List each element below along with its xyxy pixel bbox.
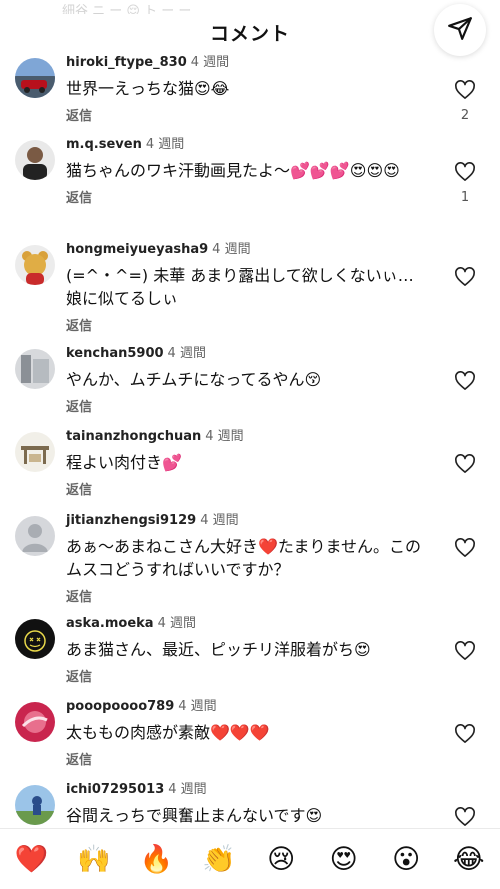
reply-button[interactable]: 返信 [66, 479, 426, 498]
comment-timestamp: 4 週間 [167, 346, 206, 361]
avatar[interactable] [15, 245, 55, 285]
reply-button[interactable]: 返信 [66, 586, 426, 605]
comment-timestamp: 4 週間 [178, 699, 217, 714]
like-button[interactable] [452, 538, 478, 562]
like-button[interactable] [452, 267, 478, 291]
like-count: 1 [460, 190, 470, 205]
reply-button[interactable]: 返信 [66, 666, 426, 685]
quick-reaction-bar: ❤️ 🙌 🔥 👏 😢 😍 😮 😂 [0, 828, 500, 889]
comment-username[interactable]: hongmeiyueyasha9 [66, 242, 208, 257]
comment-text: (=^・^=) 未華 あまり露出して欲しくないぃ… 娘に似てるしぃ [66, 266, 414, 308]
avatar[interactable] [15, 516, 55, 556]
reply-button[interactable]: 返信 [66, 187, 426, 206]
comment-text: 谷間えっちで興奮止まんないです😍 [66, 806, 323, 825]
comment-username[interactable]: aska.moeka [66, 616, 154, 631]
avatar[interactable] [15, 140, 55, 180]
comment-text: 程よい肉付き💕 [66, 453, 182, 472]
page-title: コメント [209, 22, 290, 45]
reply-button[interactable]: 返信 [66, 396, 426, 415]
comment-timestamp: 4 週間 [168, 782, 207, 797]
heart-outline-icon [454, 80, 476, 104]
reply-button[interactable]: 返信 [66, 315, 426, 334]
avatar[interactable] [15, 785, 55, 825]
comment-username[interactable]: tainanzhongchuan [66, 429, 201, 444]
heart-outline-icon [454, 454, 476, 478]
like-button[interactable] [452, 371, 478, 395]
heart-outline-icon [454, 538, 476, 562]
like-button[interactable] [452, 724, 478, 748]
comment-list: hiroki_ftype_830 4 週間 世界一えっちな猫😍😂 返信 2 m.… [0, 52, 500, 828]
comment-username[interactable]: pooopoooo789 [66, 699, 174, 714]
comment-text: あぁ〜あまねこさん大好き❤️たまりません。このムスコどうすればいいですか？ [66, 537, 421, 579]
reaction-surprised-emoji[interactable]: 😮 [386, 844, 426, 875]
comment-username[interactable]: ichi07295013 [66, 782, 164, 797]
reply-button[interactable]: 返信 [66, 749, 426, 768]
comment-text: 太ももの肉感が素敵❤️❤️❤️ [66, 723, 270, 742]
comment-timestamp: 4 週間 [145, 137, 185, 152]
comment-username[interactable]: m.q.seven [66, 137, 142, 152]
reaction-laughing-emoji[interactable]: 😂 [449, 844, 489, 875]
reaction-heart-emoji[interactable]: ❤️ [11, 844, 51, 875]
avatar[interactable] [15, 619, 55, 659]
comments-sheet: 細谷 ニ ー 😌 ト ー ー コメント hiroki_ftype_830 4 週… [0, 0, 500, 889]
comment-username[interactable]: kenchan5900 [66, 346, 164, 361]
comment-timestamp: 4 週間 [205, 429, 244, 444]
reaction-heart-eyes-emoji[interactable]: 😍 [324, 844, 364, 875]
reaction-clapping-emoji[interactable]: 👏 [199, 844, 239, 875]
comment-text: 世界一えっちな猫😍😂 [66, 79, 230, 98]
comment-text: あま猫さん、最近、ピッチリ洋服着がち😍 [66, 640, 371, 659]
comment-timestamp: 4 週間 [212, 242, 251, 257]
heart-outline-icon [454, 724, 476, 748]
reaction-crying-emoji[interactable]: 😢 [261, 844, 301, 875]
heart-outline-icon [454, 807, 476, 828]
like-button[interactable] [452, 454, 478, 478]
like-count: 2 [460, 108, 470, 123]
like-button[interactable] [452, 641, 478, 665]
like-button[interactable]: 1 [452, 162, 478, 205]
reply-button[interactable]: 返信 [66, 105, 426, 124]
avatar[interactable] [15, 349, 55, 389]
comment-username[interactable]: hiroki_ftype_830 [66, 55, 187, 70]
heart-outline-icon [454, 371, 476, 395]
paper-plane-icon [447, 15, 473, 45]
heart-outline-icon [454, 267, 476, 291]
comment-timestamp: 4 週間 [157, 616, 196, 631]
comments-header: コメント [0, 12, 500, 52]
reaction-raised-hands-emoji[interactable]: 🙌 [74, 844, 114, 875]
avatar[interactable] [15, 702, 55, 742]
reaction-fire-emoji[interactable]: 🔥 [136, 844, 176, 875]
heart-outline-icon [454, 162, 476, 186]
share-button[interactable] [434, 4, 486, 56]
comment-text: やんか、ムチムチになってるやん😚 [66, 370, 322, 389]
avatar[interactable] [15, 432, 55, 472]
comment-timestamp: 4 週間 [190, 55, 230, 70]
comment-text: 猫ちゃんのワキ汗動画見たよ〜💕💕💕😍😍😍 [66, 161, 400, 180]
comment-timestamp: 4 週間 [200, 513, 239, 528]
like-button[interactable]: 2 [452, 80, 478, 123]
like-button[interactable] [452, 807, 478, 828]
heart-outline-icon [454, 641, 476, 665]
comment-username[interactable]: jitianzhengsi9129 [66, 513, 196, 528]
avatar[interactable] [15, 58, 55, 98]
